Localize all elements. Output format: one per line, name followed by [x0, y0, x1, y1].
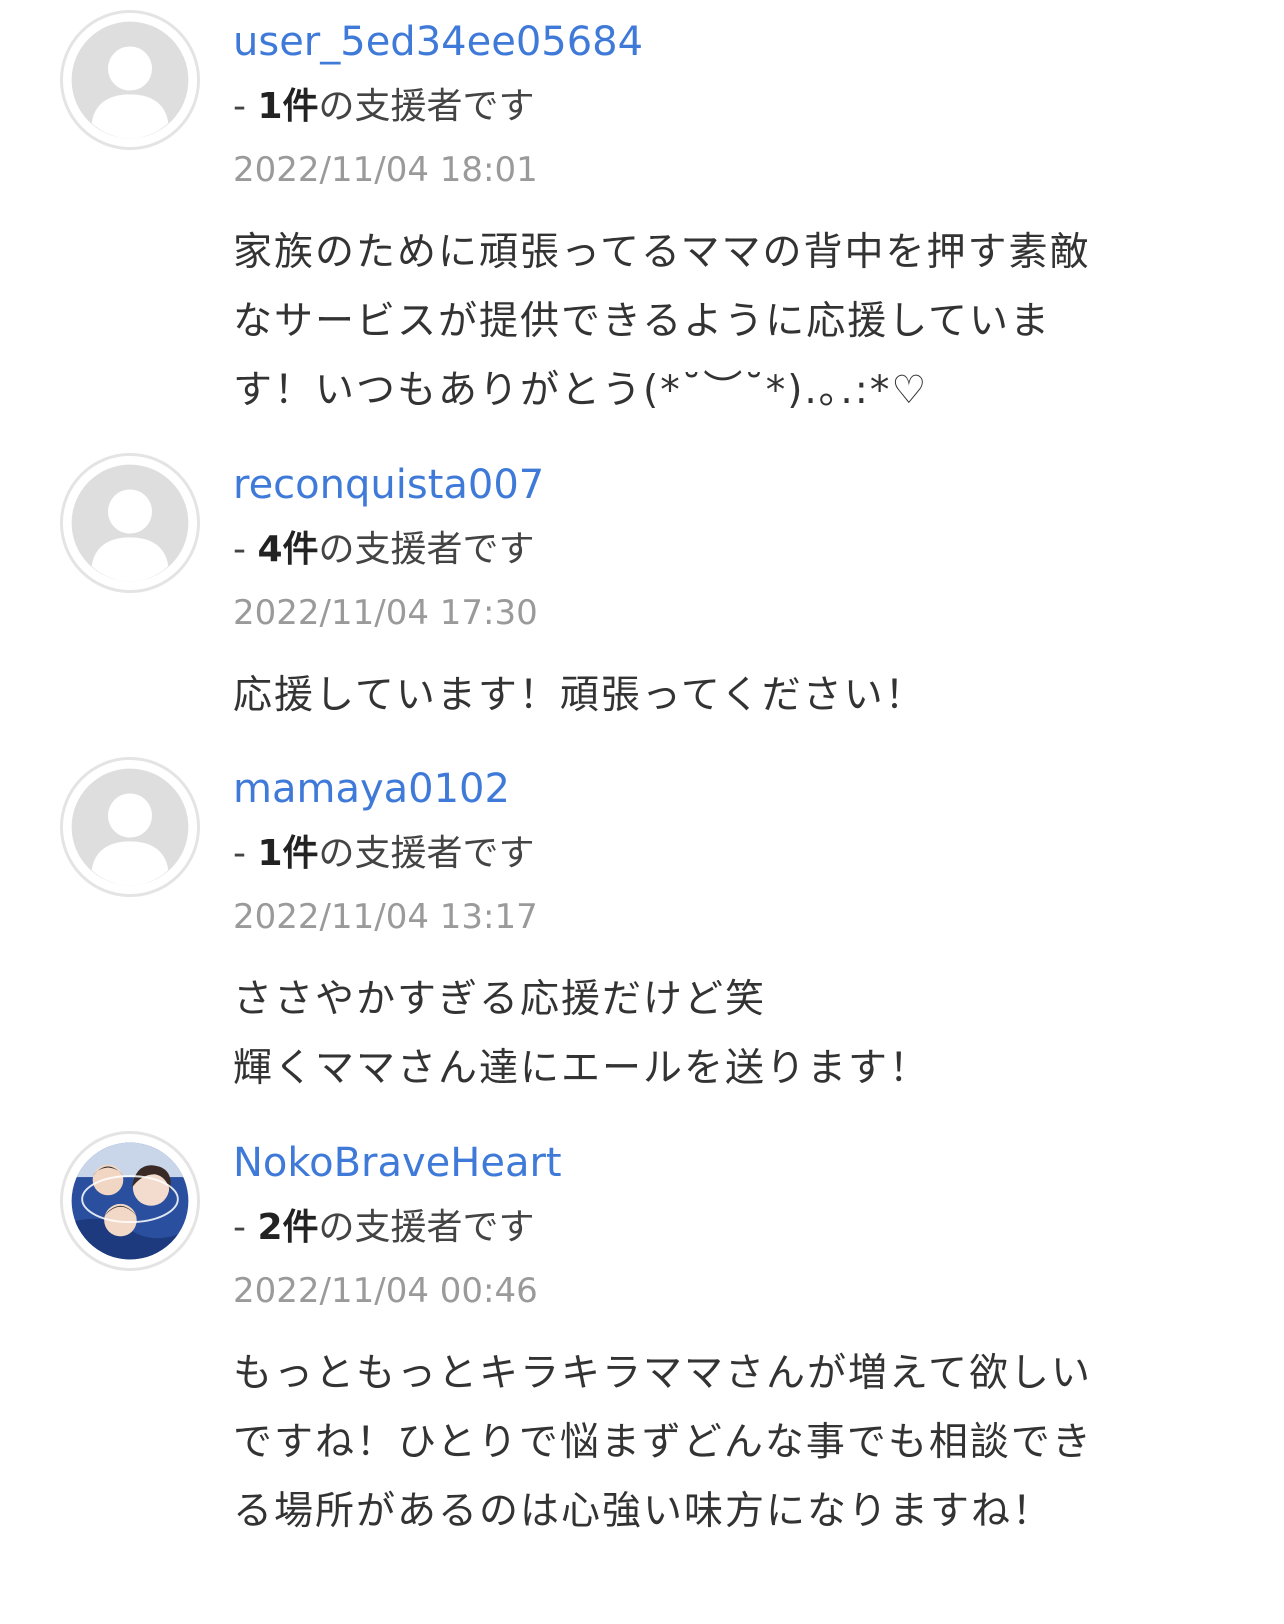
user-avatar[interactable] [60, 757, 200, 897]
comment-text-line: ですね！ひとりで悩まずどんな事でも相談でき [233, 1420, 1093, 1465]
family-photo [63, 1134, 197, 1268]
user-avatar[interactable] [60, 1131, 200, 1271]
comment-text: ささやかすぎる応援だけど笑 輝くママさん達にエールを送ります！ [233, 965, 1163, 1103]
comment-text-line: 応援しています！頑張ってください！ [233, 673, 926, 718]
supporter-suffix: の支援者です [318, 833, 535, 874]
supporter-count-number: 1件 [257, 86, 319, 127]
supporter-count: - 1件の支援者です [233, 829, 1163, 879]
supporter-count-number: 2件 [257, 1207, 319, 1248]
comment-text-line: 家族のために頑張ってるママの背中を押す素敵 [233, 230, 1091, 275]
supporter-prefix: - [233, 1207, 258, 1248]
supporter-count-number: 4件 [257, 529, 319, 570]
username-link[interactable]: user_5ed34ee05684 [233, 14, 1163, 70]
supporter-suffix: の支援者です [318, 1207, 535, 1248]
comment-text: 応援しています！頑張ってください！ [233, 661, 1163, 730]
supporter-count: - 1件の支援者です [233, 82, 1163, 132]
comment-text-line: る場所があるのは心強い味方になりますね！ [233, 1489, 1054, 1534]
comment-content: reconquista007 - 4件の支援者です 2022/11/04 17:… [233, 457, 1163, 730]
comment-text-line: 輝くママさん達にエールを送ります！ [233, 1046, 931, 1091]
username-link[interactable]: reconquista007 [233, 457, 1163, 513]
supporter-suffix: の支援者です [318, 86, 535, 127]
supporter-count-number: 1件 [257, 833, 319, 874]
comment-timestamp: 2022/11/04 00:46 [233, 1271, 538, 1311]
default-user-icon [63, 456, 197, 590]
comment-text: もっともっとキラキラママさんが増えて欲しい ですね！ひとりで悩まずどんな事でも相… [233, 1339, 1163, 1546]
comment-text-line: す！いつもありがとう(*˘︶˘*).｡.:*♡ [233, 368, 929, 413]
supporter-prefix: - [233, 529, 258, 570]
supporter-count: - 4件の支援者です [233, 525, 1163, 575]
supporter-prefix: - [233, 833, 258, 874]
supporter-suffix: の支援者です [318, 529, 535, 570]
comment-text-line: ささやかすぎる応援だけど笑 [233, 977, 767, 1022]
comment-content: mamaya0102 - 1件の支援者です 2022/11/04 13:17 さ… [233, 761, 1163, 1103]
comment-timestamp: 2022/11/04 18:01 [233, 150, 538, 190]
username-link[interactable]: mamaya0102 [233, 761, 1163, 817]
default-user-icon [63, 760, 197, 894]
user-avatar[interactable] [60, 10, 200, 150]
supporter-count: - 2件の支援者です [233, 1203, 1163, 1253]
supporter-prefix: - [233, 86, 258, 127]
comment-text-line: もっともっとキラキラママさんが増えて欲しい [233, 1351, 1093, 1396]
comment-timestamp: 2022/11/04 17:30 [233, 593, 538, 633]
comment-content: NokoBraveHeart - 2件の支援者です 2022/11/04 00:… [233, 1135, 1163, 1546]
comment-text-line: なサービスが提供できるように応援していま [233, 299, 1052, 344]
username-link[interactable]: NokoBraveHeart [233, 1135, 1163, 1191]
default-user-icon [63, 13, 197, 147]
comment-timestamp: 2022/11/04 13:17 [233, 897, 538, 937]
comment-text: 家族のために頑張ってるママの背中を押す素敵 なサービスが提供できるように応援して… [233, 218, 1163, 425]
comment-content: user_5ed34ee05684 - 1件の支援者です 2022/11/04 … [233, 14, 1163, 425]
user-avatar[interactable] [60, 453, 200, 593]
